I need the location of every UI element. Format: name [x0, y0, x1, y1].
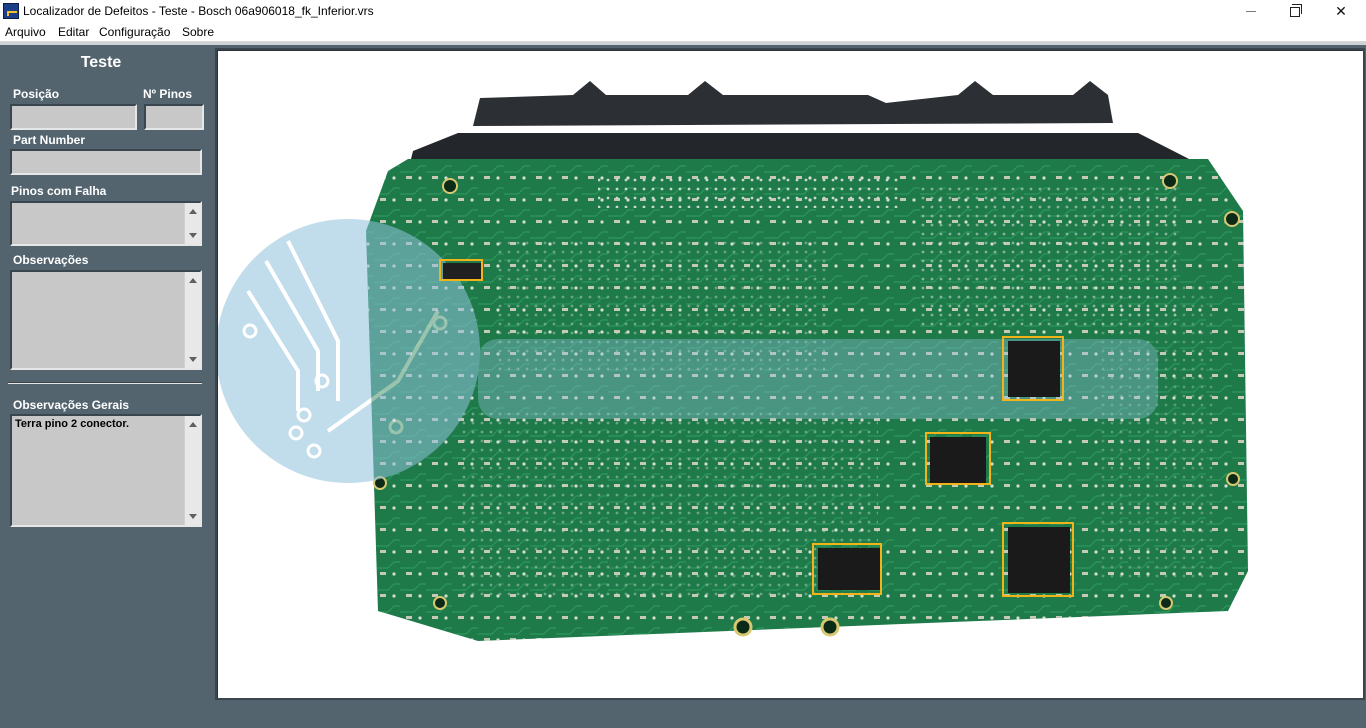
close-icon: ✕: [1335, 3, 1347, 19]
board-canvas[interactable]: [217, 50, 1363, 698]
menu-configuracao[interactable]: Configuração: [99, 25, 170, 39]
failing-pins-scrollbar[interactable]: [184, 203, 200, 244]
general-observations-field[interactable]: Terra pino 2 conector.: [10, 414, 202, 527]
menu-arquivo[interactable]: Arquivo: [5, 25, 46, 39]
failing-pins-field[interactable]: [10, 201, 202, 246]
test-sidebar: Teste Posição Nº Pinos Part Number Pinos…: [0, 45, 210, 728]
pins-count-field[interactable]: [144, 104, 204, 130]
scroll-down-icon: [189, 514, 197, 519]
scroll-down-icon: [189, 233, 197, 238]
section-divider: [8, 382, 202, 384]
title-bar: Localizador de Defeitos - Teste - Bosch …: [0, 0, 1366, 23]
observations-field[interactable]: [10, 270, 202, 370]
menu-bar: Arquivo Editar Configuração Sobre: [0, 23, 1366, 42]
restore-icon: [1290, 3, 1302, 17]
menu-editar[interactable]: Editar: [58, 25, 89, 39]
connector-housing: [473, 81, 1113, 126]
observations-label: Observações: [13, 253, 89, 267]
scroll-down-icon: [189, 357, 197, 362]
general-observations-text: Terra pino 2 conector.: [15, 418, 130, 430]
minimize-button[interactable]: [1228, 0, 1274, 23]
board-view-panel: [215, 48, 1365, 700]
part-number-field[interactable]: [10, 149, 202, 175]
general-observations-scrollbar[interactable]: [184, 416, 200, 525]
scroll-up-icon: [189, 209, 197, 214]
sidebar-title: Teste: [80, 54, 122, 71]
app-icon: [3, 3, 19, 19]
general-observations-label: Observações Gerais: [13, 398, 130, 412]
minimize-icon: [1246, 11, 1256, 12]
position-field[interactable]: [10, 104, 137, 130]
part-number-label: Part Number: [13, 133, 86, 147]
window-title: Localizador de Defeitos - Teste - Bosch …: [23, 4, 374, 18]
menu-sobre[interactable]: Sobre: [182, 25, 214, 39]
scroll-up-icon: [189, 278, 197, 283]
pins-count-label: Nº Pinos: [143, 87, 193, 101]
pcb-board-image: [218, 81, 1248, 641]
scroll-up-icon: [189, 422, 197, 427]
maximize-button[interactable]: [1272, 0, 1318, 23]
close-button[interactable]: ✕: [1318, 0, 1364, 23]
observations-scrollbar[interactable]: [184, 272, 200, 368]
failing-pins-label: Pinos com Falha: [11, 184, 107, 198]
position-label: Posição: [13, 87, 60, 101]
